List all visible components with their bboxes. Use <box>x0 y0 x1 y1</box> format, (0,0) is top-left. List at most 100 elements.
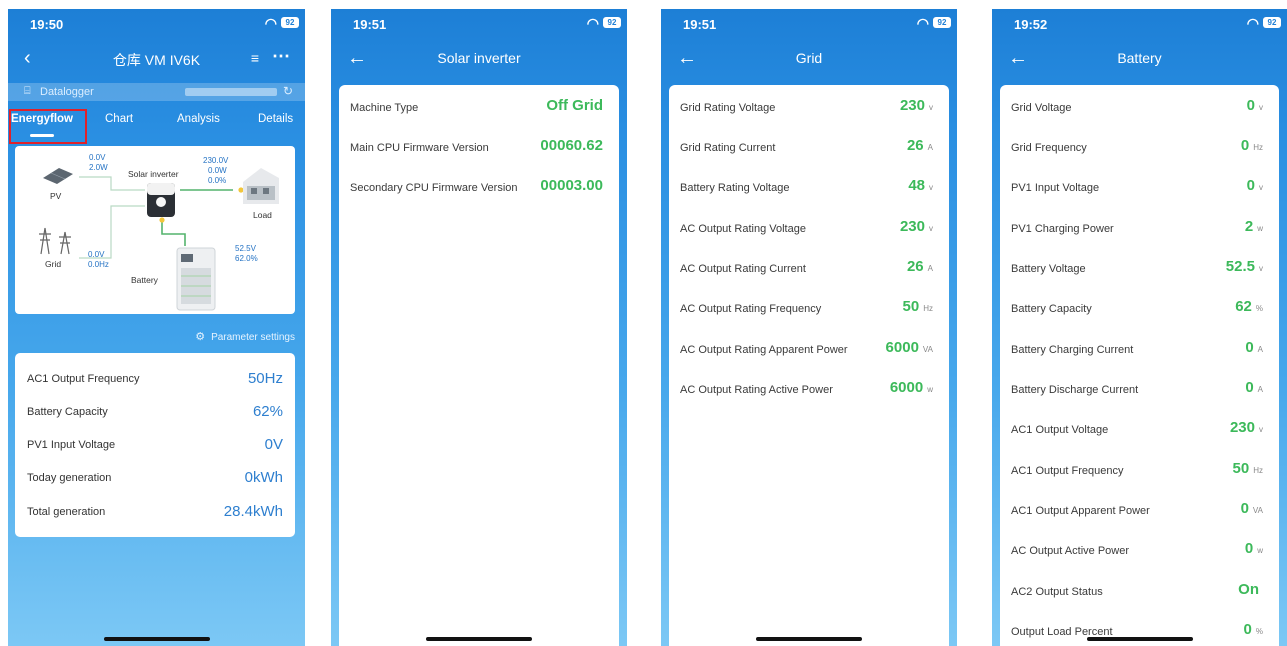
row-value: 230 v <box>899 97 933 114</box>
more-icon[interactable]: ⋯ <box>272 46 291 67</box>
nav-bar: ← Solar inverter <box>331 45 627 75</box>
row-label: Grid Rating Current <box>680 142 776 154</box>
nav-bar: ‹ 仓库 VM IV6K ≡ ⋯ <box>8 45 305 75</box>
row-value: On <box>1238 581 1259 598</box>
row-label: Battery Capacity <box>1011 303 1092 315</box>
row-label: Grid Voltage <box>1011 102 1072 114</box>
row-label: AC Output Rating Frequency <box>680 303 822 315</box>
row-value: 0V <box>264 436 283 453</box>
parameter-settings-link[interactable]: ⚙ Parameter settings <box>195 330 295 343</box>
list-item: Main CPU Firmware Version 00060.62 <box>339 128 619 168</box>
row-label: AC Output Active Power <box>1011 545 1129 557</box>
row-label: Grid Frequency <box>1011 142 1087 154</box>
status-bar: 19:52 ◠ 92 <box>992 9 1287 39</box>
solar-panel-icon <box>43 168 73 184</box>
list-item: AC1 Output Apparent Power 0 VA <box>1000 491 1279 531</box>
tab-details[interactable]: Details <box>258 113 293 125</box>
row-value: 28.4kWh <box>223 503 283 520</box>
row-label: Machine Type <box>350 102 419 114</box>
status-bar: 19:51 ◠ 92 <box>661 9 957 39</box>
home-indicator[interactable] <box>756 637 862 641</box>
grid-label: Grid <box>45 259 62 269</box>
page-title: Solar inverter <box>437 50 521 66</box>
row-label: Secondary CPU Firmware Version <box>350 182 518 194</box>
phone-screen-battery: 19:52 ◠ 92 ← Battery Grid Voltage 0 v Grid… <box>992 9 1287 646</box>
list-item: Today generation 0kWh <box>15 462 295 495</box>
row-value: 0w <box>1244 540 1263 557</box>
list-item: Grid Rating Voltage 230 v <box>669 88 949 128</box>
row-value: 0kWh <box>244 469 283 486</box>
battery-percent: 62.0% <box>235 254 258 263</box>
highlight-box <box>9 109 87 144</box>
list-item: AC1 Output Voltage 230 v <box>1000 410 1279 450</box>
row-label: AC1 Output Apparent Power <box>1011 505 1150 517</box>
list-item: PV1 Charging Power 2 w <box>1000 209 1279 249</box>
row-label: AC Output Rating Apparent Power <box>680 344 848 356</box>
page-title: Grid <box>795 50 823 66</box>
tab-analysis[interactable]: Analysis <box>177 113 220 125</box>
status-time: 19:52 <box>1014 17 1048 32</box>
sliders-icon[interactable]: ≡ <box>251 50 259 66</box>
phone-screen-grid: 19:51 ◠ 92 ← Grid Grid Rating Voltage 230… <box>661 9 957 646</box>
list-item: AC Output Rating Voltage 230 v <box>669 209 949 249</box>
list-item: Secondary CPU Firmware Version 00003.00 <box>339 168 619 208</box>
list-item: Machine Type Off Grid <box>339 88 619 128</box>
list-item: Grid Voltage 0 v <box>1000 88 1279 128</box>
list-item: Battery Charging Current 0 A <box>1000 330 1279 370</box>
row-label: AC Output Rating Voltage <box>680 223 806 235</box>
battery-card: Grid Voltage 0 v Grid Frequency 0 Hz PV1 Inp… <box>1000 85 1279 646</box>
grid-tower-icon <box>39 227 71 255</box>
grid-frequency: 0.0Hz <box>88 260 109 269</box>
output-percent: 0.0% <box>208 176 227 185</box>
battery-status-icon: 92 <box>281 17 299 28</box>
row-value: 0% <box>1243 621 1263 638</box>
row-value: 00003.00 <box>540 177 603 194</box>
row-label: Battery Charging Current <box>1011 344 1134 356</box>
row-value: 230 v <box>1229 419 1263 436</box>
parameter-settings-label: Parameter settings <box>211 332 295 343</box>
stage: 19:50 ◠ 92 ‹ 仓库 VM IV6K ≡ ⋯ ⌸ Datalogger… <box>0 0 1287 646</box>
status-bar: 19:50 ◠ 92 <box>8 9 305 39</box>
home-indicator[interactable] <box>426 637 532 641</box>
house-load-icon <box>243 168 279 204</box>
row-value: 26 A <box>906 137 933 154</box>
battery-status-icon: 92 <box>933 17 951 28</box>
list-item: Battery Discharge Current 0 A <box>1000 370 1279 410</box>
refresh-icon[interactable]: ↻ <box>283 84 293 98</box>
battery-label: Battery <box>131 275 158 285</box>
list-item: Battery Voltage 52.5 v <box>1000 249 1279 289</box>
list-item: AC Output Rating Frequency 50 Hz <box>669 289 949 329</box>
row-value: 50Hz <box>902 298 933 315</box>
row-value: 230 v <box>899 218 933 235</box>
tab-chart[interactable]: Chart <box>105 113 133 125</box>
list-item: AC Output Rating Apparent Power 6000 VA <box>669 330 949 370</box>
list-item: Grid Rating Current 26 A <box>669 128 949 168</box>
list-item: AC Output Rating Active Power 6000 w <box>669 370 949 410</box>
row-value: 62% <box>1235 298 1263 315</box>
home-indicator[interactable] <box>1086 637 1193 641</box>
row-value: 0v <box>1246 97 1263 114</box>
list-item: Grid Frequency 0 Hz <box>1000 128 1279 168</box>
phone-screen-energyflow: 19:50 ◠ 92 ‹ 仓库 VM IV6K ≡ ⋯ ⌸ Datalogger… <box>8 9 305 646</box>
grid-voltage: 0.0V <box>88 250 105 259</box>
row-label: Battery Discharge Current <box>1011 384 1139 396</box>
row-label: AC Output Rating Current <box>680 263 806 275</box>
output-power: 0.0W <box>208 166 227 175</box>
list-item: PV1 Input Voltage 0 v <box>1000 168 1279 208</box>
row-label: AC Output Rating Active Power <box>680 384 833 396</box>
row-value: 0A <box>1245 339 1263 356</box>
row-value: 6000 VA <box>885 339 933 356</box>
wifi-icon: ◠ <box>1246 15 1259 31</box>
battery-status-icon: 92 <box>1263 17 1281 28</box>
battery-voltage: 52.5V <box>235 244 256 253</box>
inverter-icon <box>147 183 175 217</box>
home-indicator[interactable] <box>103 637 210 641</box>
phone-screen-solar-inverter: 19:51 ◠ 92 ← Solar inverter Machine Type… <box>331 9 627 646</box>
summary-card: AC1 Output Frequency 50Hz Battery Capacit… <box>15 353 295 537</box>
load-label: Load <box>253 210 272 220</box>
list-item: Battery Rating Voltage 48 v <box>669 168 949 208</box>
nav-bar: ← Battery <box>992 45 1287 75</box>
gear-icon: ⚙ <box>195 331 206 343</box>
datalogger-bar[interactable]: ⌸ Datalogger ↻ <box>8 83 305 101</box>
list-item: AC Output Rating Current 26 A <box>669 249 949 289</box>
